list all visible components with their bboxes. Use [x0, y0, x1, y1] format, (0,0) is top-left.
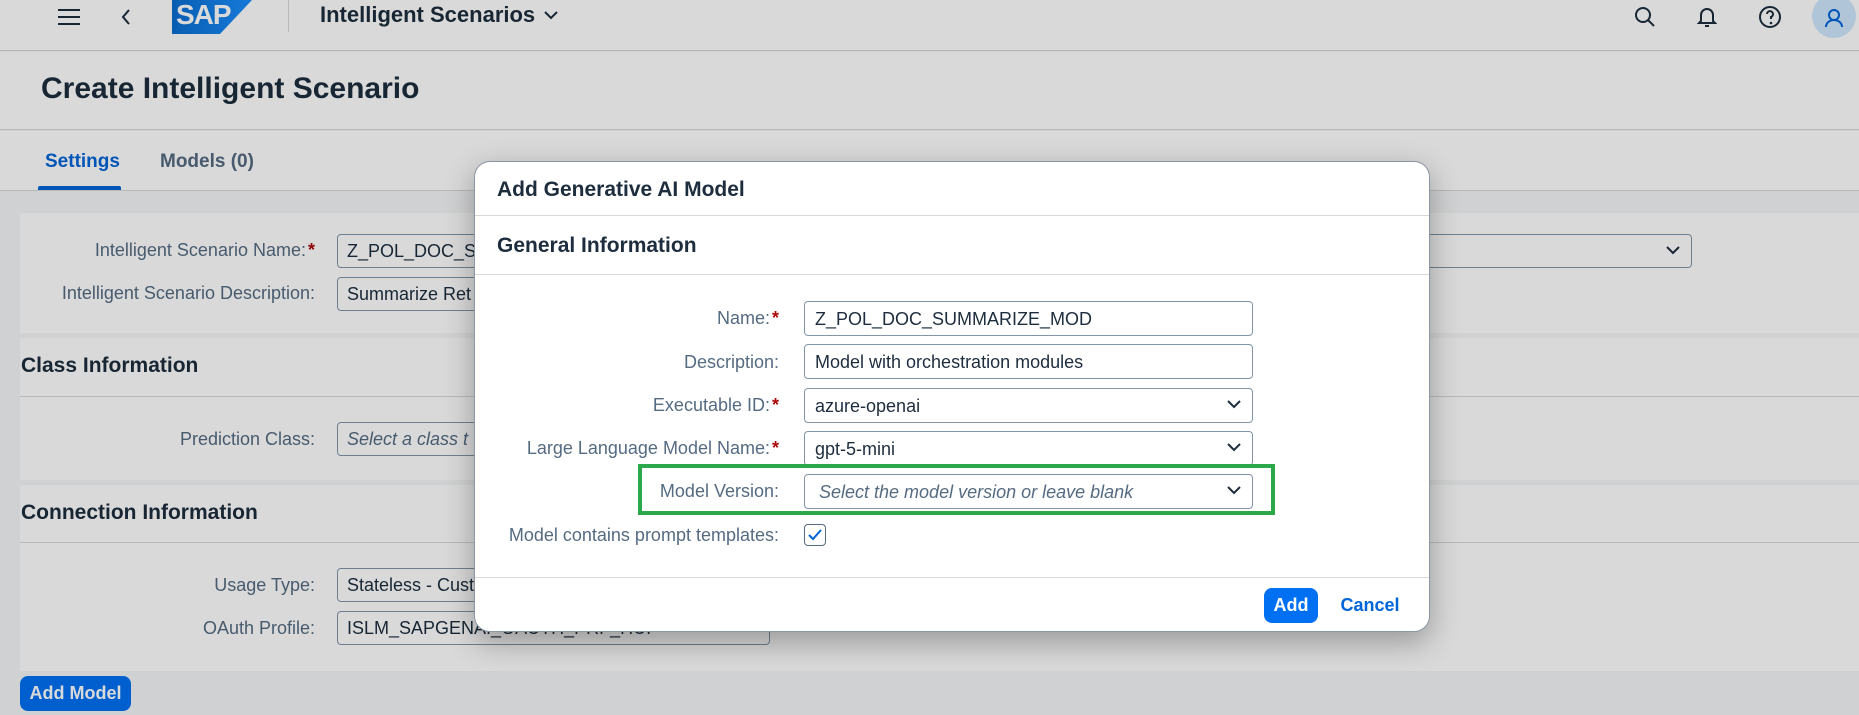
add-model-dialog: Add Generative AI Model General Informat… — [474, 161, 1430, 632]
name-input[interactable]: Z_POL_DOC_SUMMARIZE_MOD — [804, 301, 1253, 336]
prompt-templates-label: Model contains prompt templates: — [508, 525, 779, 545]
general-info-title: General Information — [497, 234, 697, 257]
chevron-down-icon — [1227, 400, 1241, 409]
executable-id-value: azure-openai — [815, 396, 921, 416]
llm-name-label: Large Language Model Name: * — [526, 438, 779, 458]
description-label: Description: — [683, 352, 779, 372]
description-input[interactable]: Model with orchestration modules — [804, 344, 1253, 379]
dialog-title: Add Generative AI Model — [497, 178, 745, 201]
divider — [475, 274, 1429, 275]
model-version-highlight — [638, 464, 1275, 515]
checkmark-icon — [808, 529, 822, 541]
prompt-templates-checkbox[interactable] — [804, 524, 826, 546]
chevron-down-icon — [1227, 443, 1241, 452]
name-label: Name: * — [716, 308, 779, 328]
divider — [475, 577, 1429, 578]
executable-id-select[interactable]: azure-openai — [804, 388, 1253, 423]
divider — [475, 215, 1429, 216]
llm-name-select[interactable]: gpt-5-mini — [804, 431, 1253, 466]
add-button[interactable]: Add — [1264, 588, 1318, 623]
executable-id-label: Executable ID: * — [652, 395, 779, 415]
cancel-button[interactable]: Cancel — [1331, 588, 1409, 623]
llm-name-value: gpt-5-mini — [815, 439, 896, 459]
